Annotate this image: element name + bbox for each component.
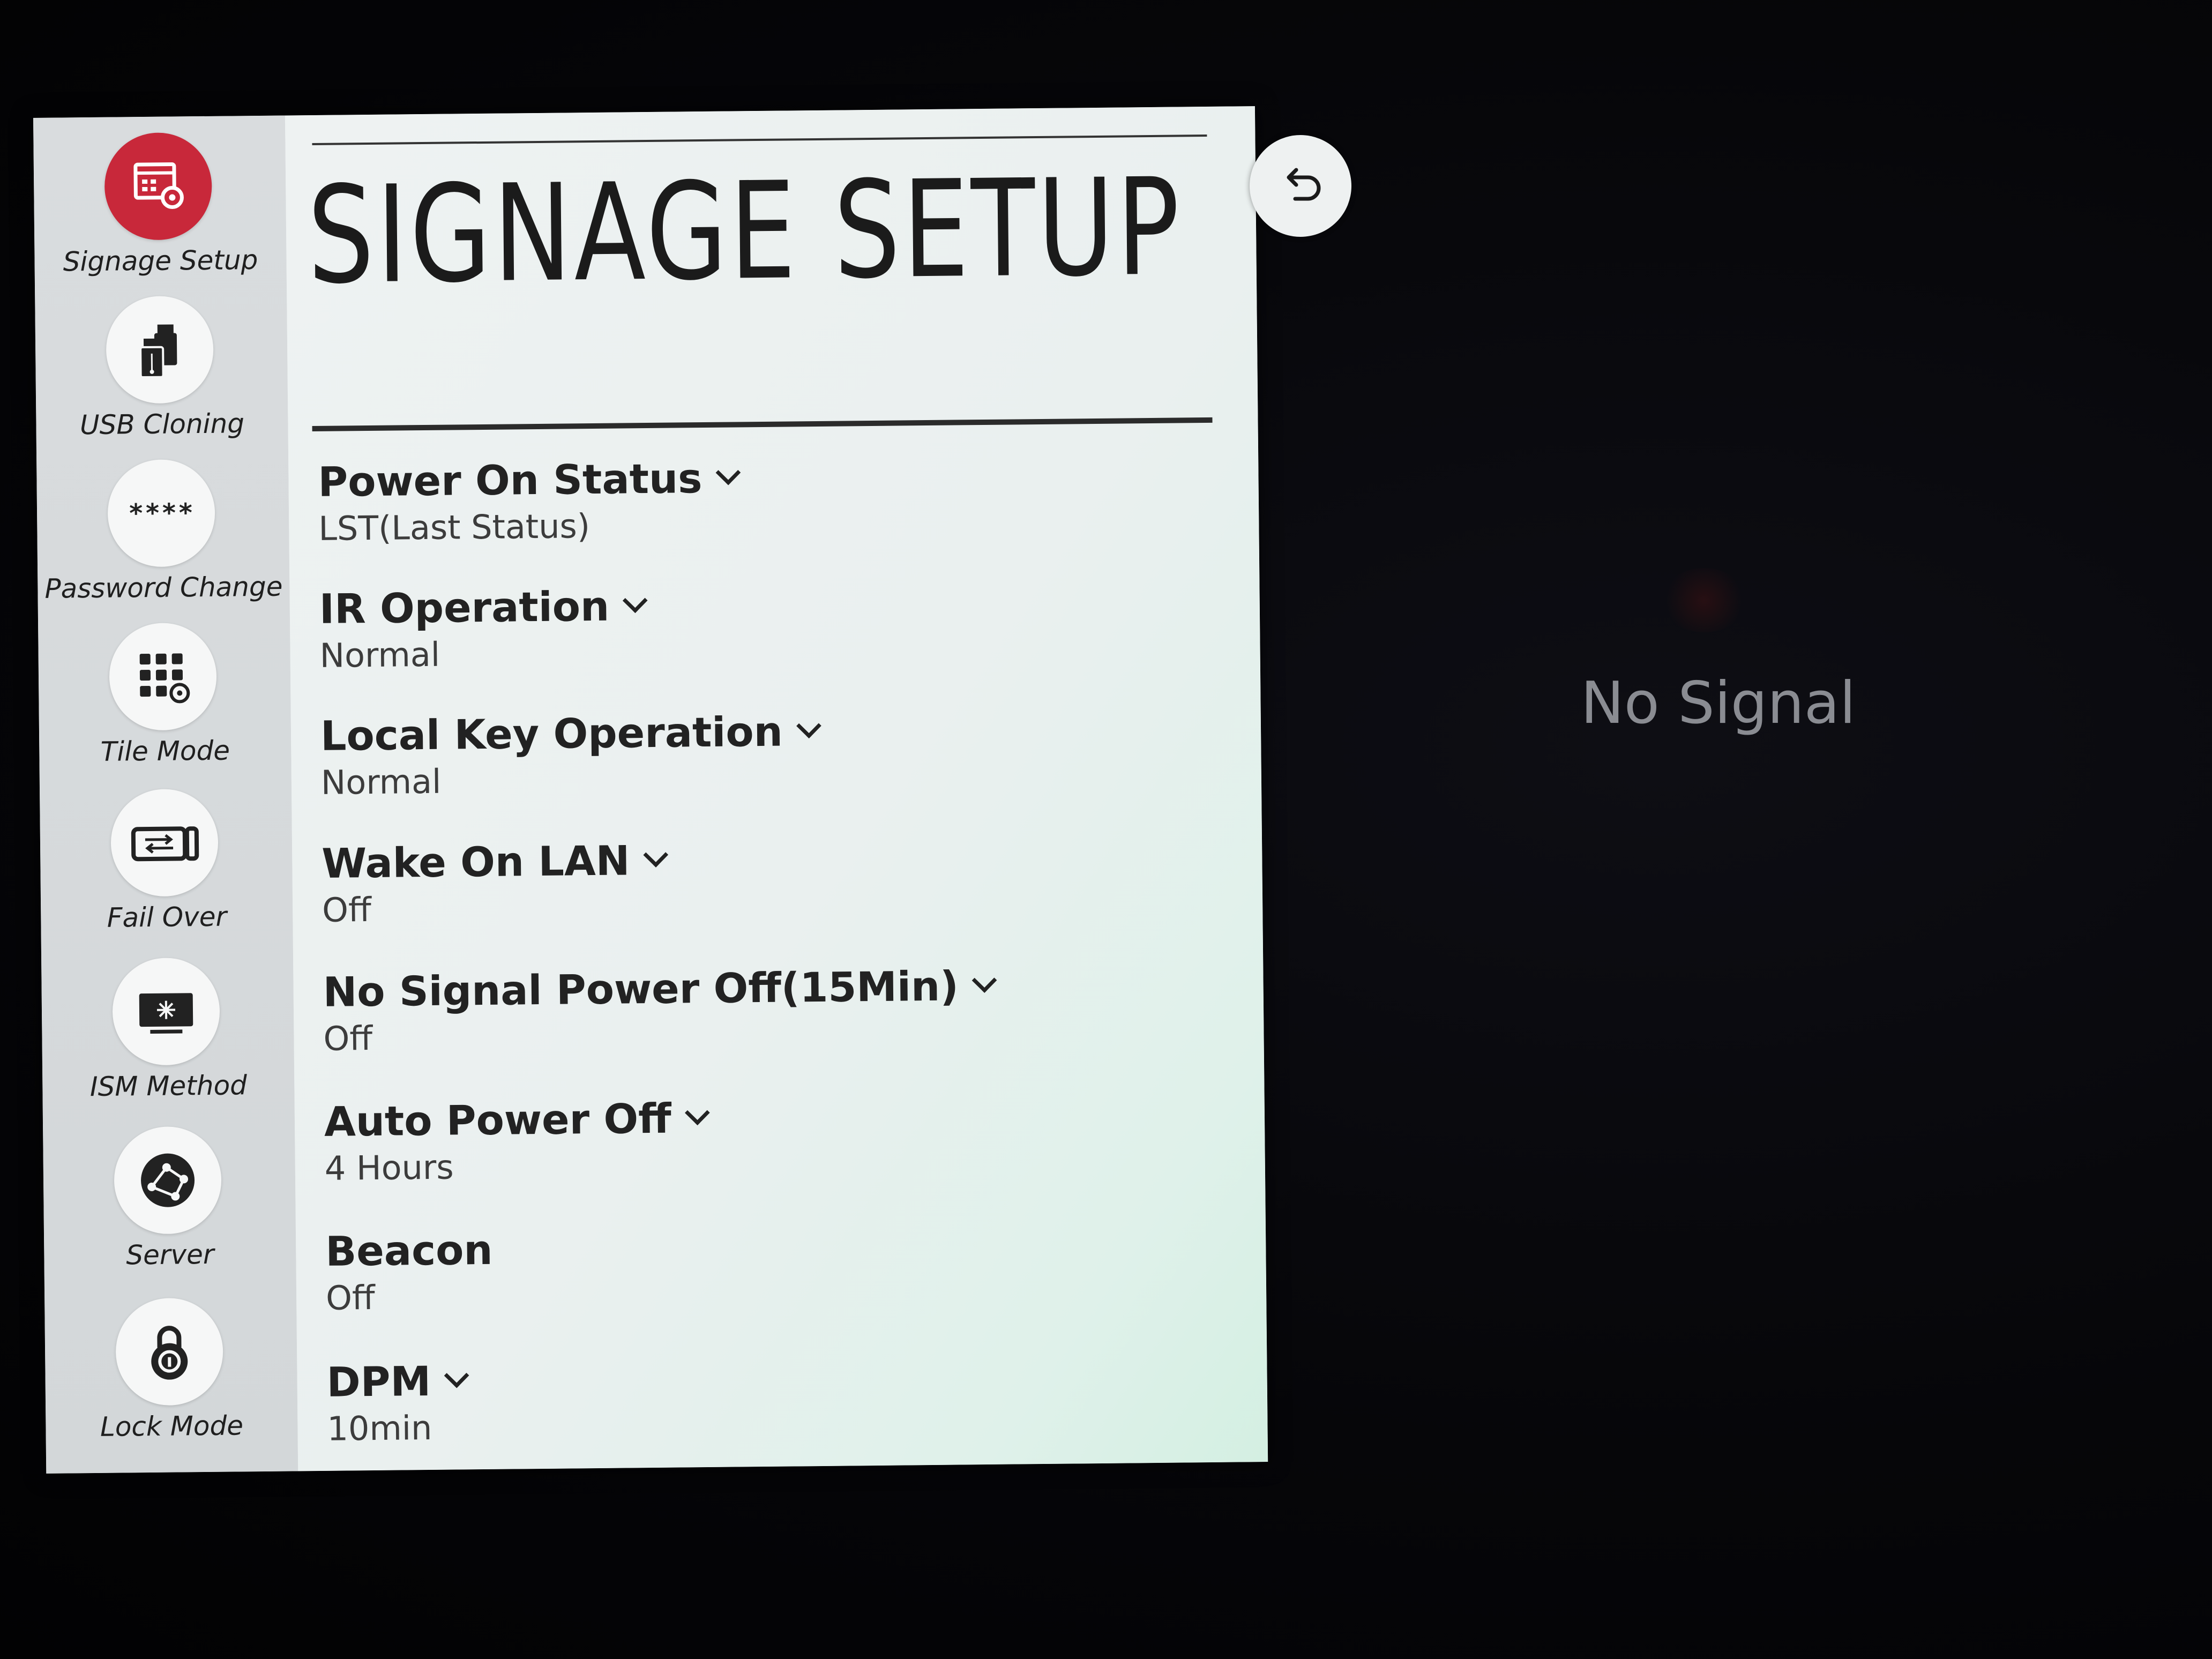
setting-label-text: No Signal Power Off(15Min) xyxy=(323,962,959,1016)
setting-label-text: Auto Power Off xyxy=(324,1094,672,1146)
setting-label-text: Wake On LAN xyxy=(321,836,630,887)
setting-value: Off xyxy=(323,1019,373,1058)
tv-screen: No Signal Signage Setup USB Cloning ****… xyxy=(0,0,2212,1659)
setting-value: Normal xyxy=(320,761,442,802)
title-divider xyxy=(312,417,1213,432)
background-glow xyxy=(1661,568,1747,632)
setting-label-text: Beacon xyxy=(325,1225,493,1275)
sidebar-item-label: Signage Setup xyxy=(63,244,258,278)
ism-method-icon xyxy=(112,957,220,1066)
setting-value: LST(Last Status) xyxy=(318,506,591,548)
setting-label: DPM xyxy=(326,1357,469,1406)
chevron-down-icon xyxy=(796,713,821,738)
no-signal-message: No Signal xyxy=(1581,670,1856,737)
password-icon: **** xyxy=(107,459,216,567)
chevron-down-icon xyxy=(972,968,997,993)
settings-panel: Signage Setup USB Cloning **** Password … xyxy=(33,106,1268,1474)
setting-label-text: IR Operation xyxy=(319,582,610,633)
chevron-down-icon xyxy=(684,1100,710,1126)
sidebar-item-fail-over[interactable]: Fail Over xyxy=(40,788,293,951)
sidebar-item-server[interactable]: Server xyxy=(43,1125,296,1288)
setting-no-signal-power-off[interactable]: No Signal Power Off(15Min) Off xyxy=(323,960,1208,1081)
back-button[interactable] xyxy=(1250,135,1351,237)
setting-value: Off xyxy=(322,890,372,930)
lock-icon xyxy=(115,1297,224,1406)
setting-dpm[interactable]: DPM 10min xyxy=(326,1350,1212,1471)
sidebar-item-tile-mode[interactable]: Tile Mode xyxy=(38,622,292,784)
sidebar-item-label: USB Cloning xyxy=(79,408,245,441)
page-title: SIGNAGE SETUP xyxy=(307,149,1183,314)
sidebar-item-label: ISM Method xyxy=(89,1070,248,1103)
sidebar-item-signage-setup[interactable]: Signage Setup xyxy=(33,131,287,294)
setting-label: Power On Status xyxy=(318,454,741,506)
sidebar-item-label: Password Change xyxy=(44,571,283,604)
server-icon xyxy=(114,1126,222,1235)
setting-value: Off xyxy=(325,1277,376,1318)
setting-label: IR Operation xyxy=(319,582,648,633)
setting-label: No Signal Power Off(15Min) xyxy=(323,962,997,1016)
setting-value: Normal xyxy=(319,634,440,675)
sidebar-item-label: Lock Mode xyxy=(100,1410,244,1443)
setting-value: 4 Hours xyxy=(324,1147,454,1188)
chevron-down-icon xyxy=(643,842,669,868)
setting-label-text: DPM xyxy=(326,1357,431,1406)
chevron-down-icon xyxy=(715,460,741,485)
sidebar: Signage Setup USB Cloning **** Password … xyxy=(33,115,298,1474)
setting-auto-power-off[interactable]: Auto Power Off 4 Hours xyxy=(324,1089,1209,1210)
setting-label: Auto Power Off xyxy=(324,1094,710,1146)
setting-label: Beacon xyxy=(325,1226,493,1275)
sidebar-item-usb-cloning[interactable]: USB Cloning xyxy=(35,295,288,458)
setting-ir-operation[interactable]: IR Operation Normal xyxy=(319,577,1204,698)
setting-label: Wake On LAN xyxy=(321,836,669,887)
setting-beacon[interactable]: Beacon Off xyxy=(325,1219,1210,1340)
back-arrow-icon xyxy=(1287,168,1321,201)
chevron-down-icon xyxy=(444,1363,469,1388)
setting-value: 10min xyxy=(327,1408,432,1448)
setting-label: Local Key Operation xyxy=(320,707,821,760)
sidebar-item-label: Server xyxy=(126,1238,214,1271)
password-mask-text: **** xyxy=(128,498,195,529)
top-divider xyxy=(312,134,1207,146)
settings-content: SIGNAGE SETUP Power On Status LST(Last S… xyxy=(285,106,1268,1471)
sidebar-item-password-change[interactable]: **** Password Change xyxy=(36,458,290,621)
signage-setup-icon xyxy=(104,132,213,241)
setting-power-on-status[interactable]: Power On Status LST(Last Status) xyxy=(318,450,1203,571)
fail-over-icon xyxy=(110,788,219,897)
setting-label-text: Local Key Operation xyxy=(320,707,783,760)
usb-cloning-icon xyxy=(106,295,214,404)
sidebar-item-label: Tile Mode xyxy=(100,735,230,767)
tile-mode-icon xyxy=(109,622,217,731)
setting-label-text: Power On Status xyxy=(318,454,703,506)
sidebar-item-ism-method[interactable]: ISM Method xyxy=(41,956,295,1119)
sidebar-item-label: Fail Over xyxy=(107,901,227,933)
chevron-down-icon xyxy=(623,588,648,614)
sidebar-item-lock-mode[interactable]: Lock Mode xyxy=(44,1297,298,1460)
setting-local-key-operation[interactable]: Local Key Operation Normal xyxy=(320,704,1206,825)
setting-wake-on-lan[interactable]: Wake On LAN Off xyxy=(322,831,1207,952)
